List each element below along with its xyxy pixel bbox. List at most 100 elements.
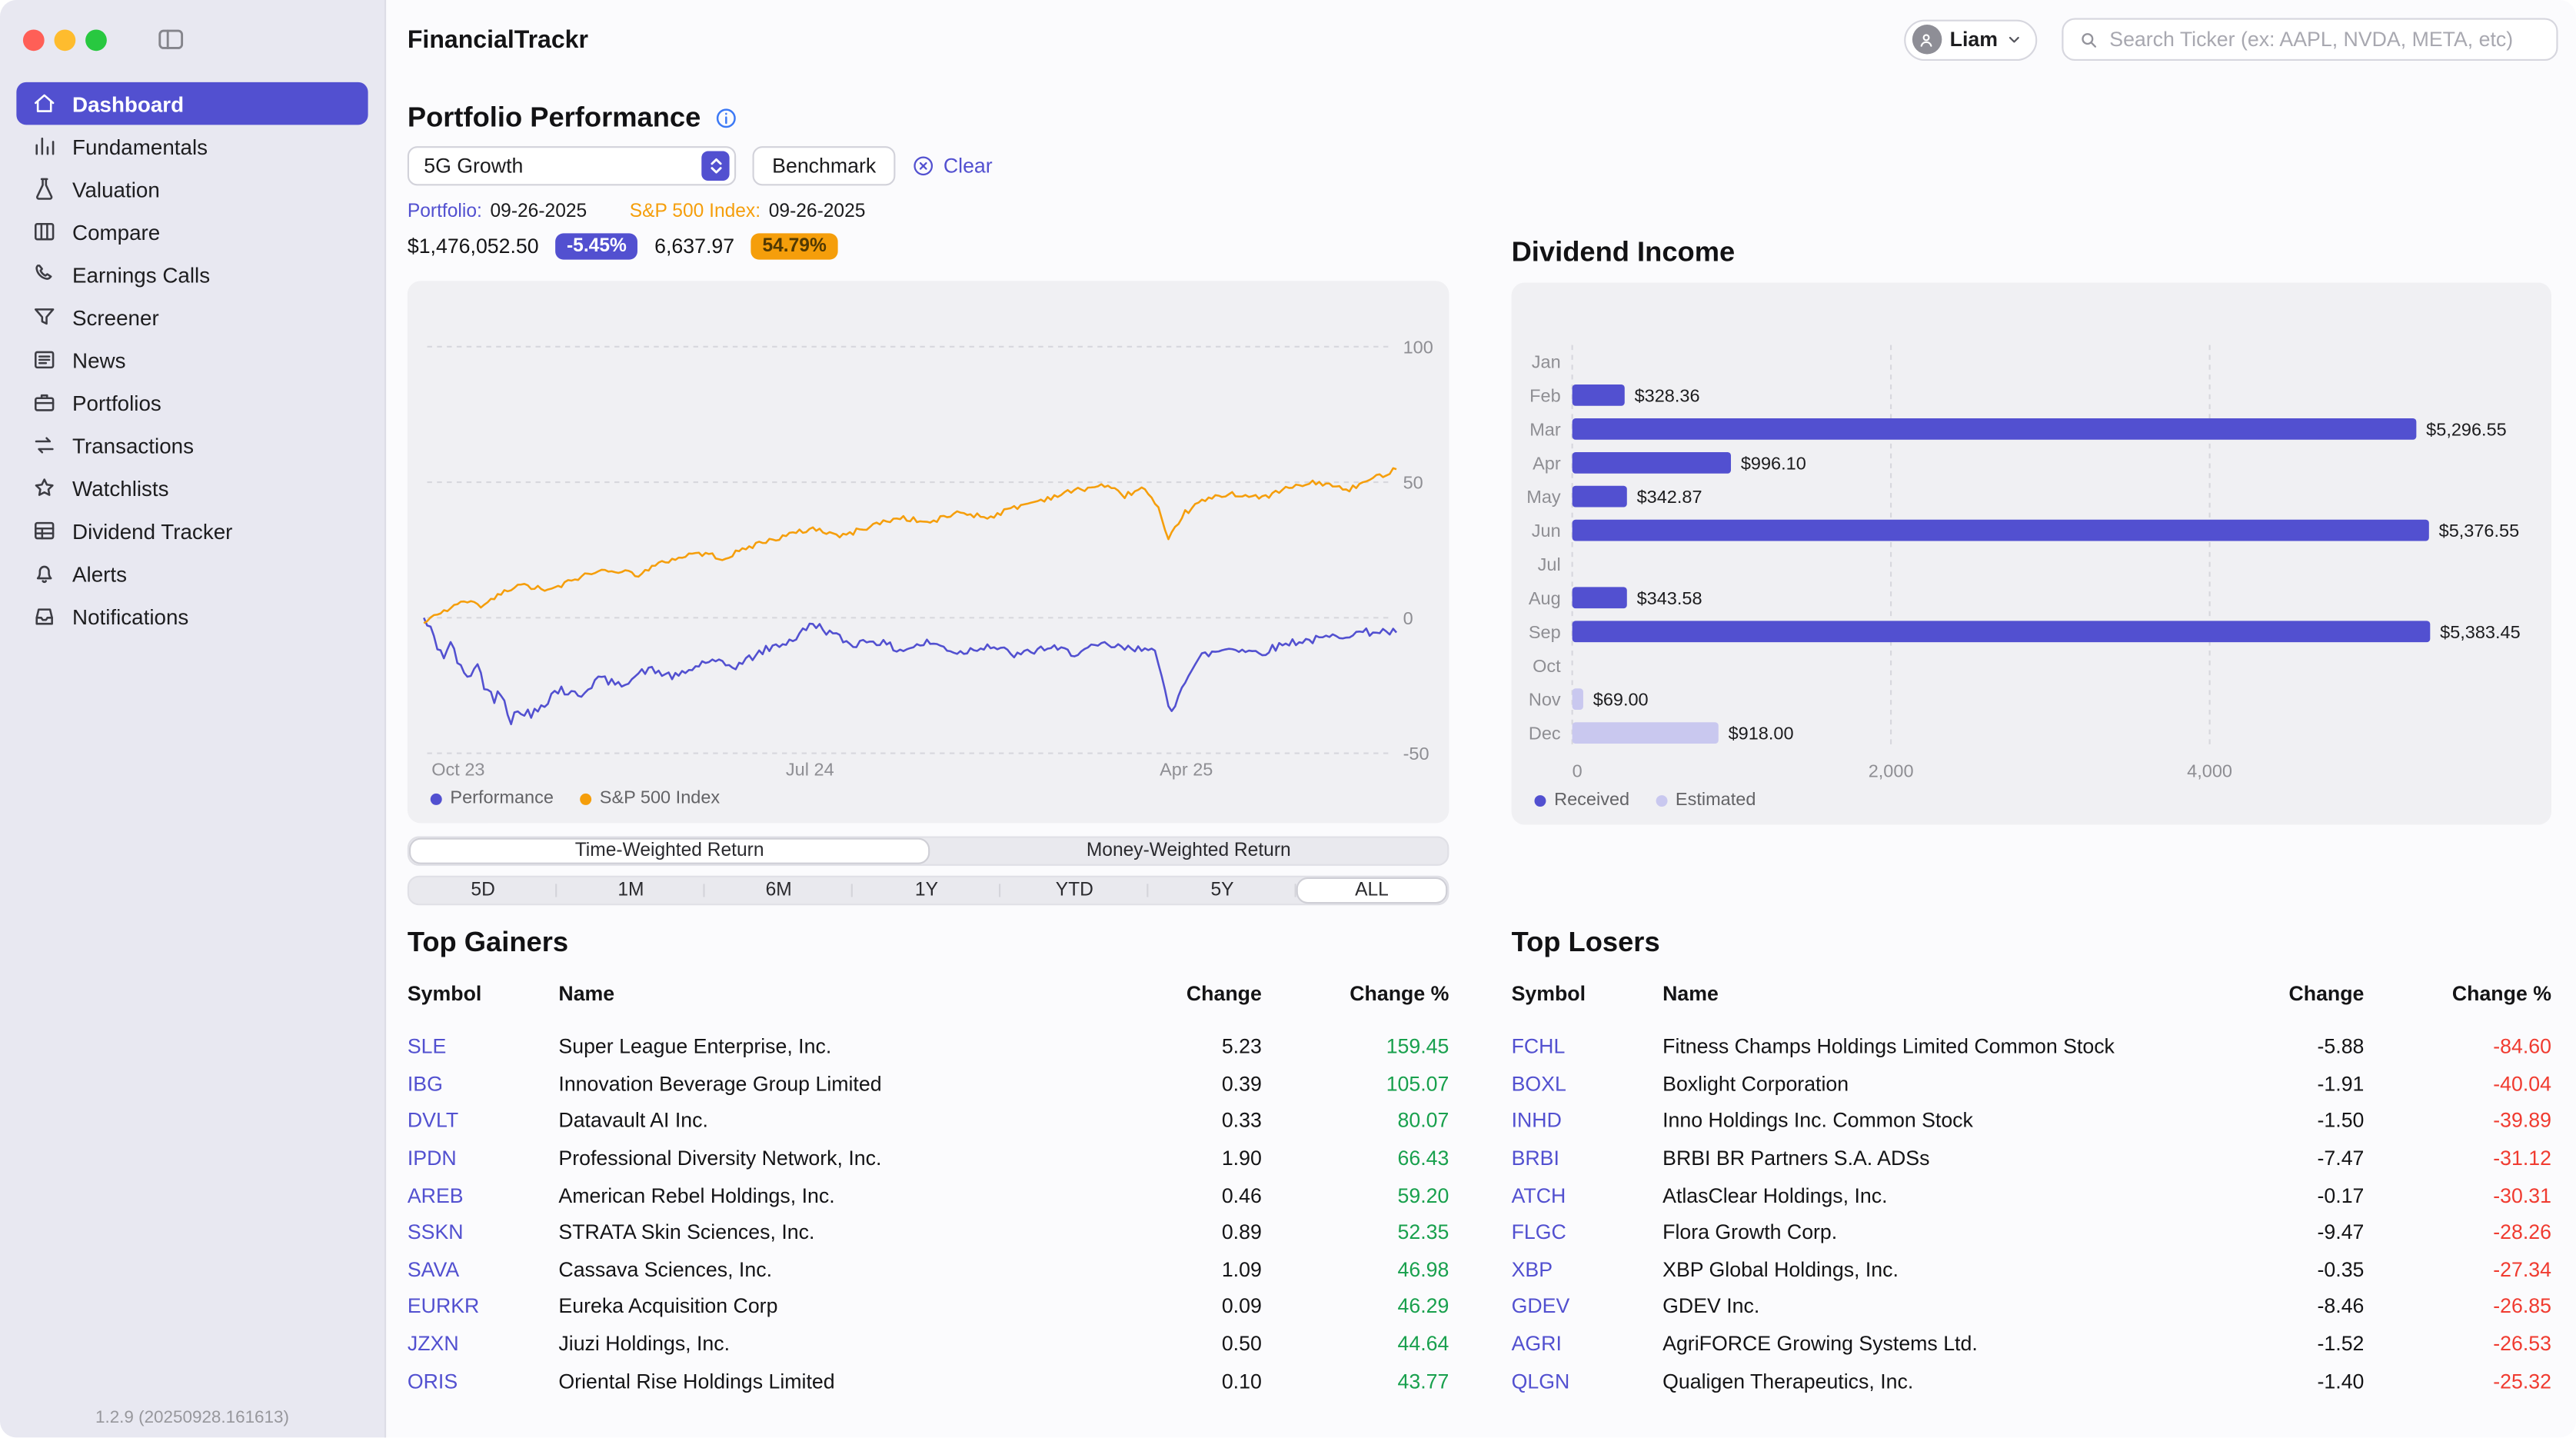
table-row[interactable]: SLESuper League Enterprise, Inc.5.23159.…: [408, 1028, 1449, 1065]
table-icon: [32, 518, 58, 544]
clear-button[interactable]: Clear: [912, 155, 992, 178]
table-row[interactable]: SSKNSTRATA Skin Sciences, Inc.0.8952.35: [408, 1214, 1449, 1251]
column-header-change: Change: [1097, 983, 1262, 1006]
table-row[interactable]: FCHLFitness Champs Holdings Limited Comm…: [1512, 1028, 2551, 1065]
period-6m[interactable]: 6M: [705, 877, 853, 904]
ticker-symbol[interactable]: IPDN: [408, 1147, 559, 1170]
ticker-symbol[interactable]: XBP: [1512, 1258, 1663, 1281]
sidebar-toggle-icon[interactable]: [156, 25, 185, 54]
sidebar-item-compare[interactable]: Compare: [16, 210, 368, 253]
sidebar-item-portfolios[interactable]: Portfolios: [16, 381, 368, 424]
table-row[interactable]: GDEVGDEV Inc.-8.46-26.85: [1512, 1288, 2551, 1325]
search-field[interactable]: [2062, 18, 2558, 62]
table-row[interactable]: QLGNQualigen Therapeutics, Inc.-1.40-25.…: [1512, 1363, 2551, 1400]
sidebar-item-screener[interactable]: Screener: [16, 296, 368, 339]
table-row[interactable]: EURKREureka Acquisition Corp0.0946.29: [408, 1288, 1449, 1325]
table-row[interactable]: FLGCFlora Growth Corp.-9.47-28.26: [1512, 1214, 2551, 1251]
sidebar-item-label: Screener: [72, 305, 159, 329]
period-ytd[interactable]: YTD: [1000, 877, 1148, 904]
ticker-symbol[interactable]: FCHL: [1512, 1036, 1663, 1059]
change-percent: -30.31: [2364, 1184, 2551, 1207]
svg-text:$5,376.55: $5,376.55: [2439, 521, 2520, 541]
search-input[interactable]: [2109, 28, 2541, 51]
period-5y[interactable]: 5Y: [1148, 877, 1296, 904]
ticker-symbol[interactable]: GDEV: [1512, 1296, 1663, 1319]
svg-text:0: 0: [1573, 761, 1583, 781]
tab-time-weighted-return[interactable]: Time-Weighted Return: [409, 838, 930, 864]
sidebar-item-transactions[interactable]: Transactions: [16, 424, 368, 467]
ticker-symbol[interactable]: AGRI: [1512, 1333, 1663, 1356]
table-row[interactable]: IBGInnovation Beverage Group Limited0.39…: [408, 1066, 1449, 1103]
sidebar-item-dashboard[interactable]: Dashboard: [16, 82, 368, 125]
table-row[interactable]: BRBIBRBI BR Partners S.A. ADSs-7.47-31.1…: [1512, 1140, 2551, 1177]
table-row[interactable]: ATCHAtlasClear Holdings, Inc.-0.17-30.31: [1512, 1177, 2551, 1214]
change-percent: -26.53: [2364, 1333, 2551, 1356]
table-row[interactable]: ORISOriental Rise Holdings Limited0.1043…: [408, 1363, 1449, 1400]
portfolio-date: 09-26-2025: [491, 202, 587, 222]
sidebar-item-earnings-calls[interactable]: Earnings Calls: [16, 253, 368, 296]
briefcase-icon: [32, 389, 58, 415]
table-row[interactable]: AREBAmerican Rebel Holdings, Inc.0.4659.…: [408, 1177, 1449, 1214]
ticker-symbol[interactable]: IBG: [408, 1073, 559, 1096]
change-percent: -40.04: [2364, 1073, 2551, 1096]
table-row[interactable]: BOXLBoxlight Corporation-1.91-40.04: [1512, 1066, 2551, 1103]
sidebar-item-fundamentals[interactable]: Fundamentals: [16, 125, 368, 168]
svg-text:Apr 25: Apr 25: [1160, 759, 1213, 779]
ticker-symbol[interactable]: SAVA: [408, 1258, 559, 1281]
app-title: FinancialTrackr: [408, 25, 588, 53]
sidebar-item-dividend-tracker[interactable]: Dividend Tracker: [16, 509, 368, 552]
legend-item-s-p-500-index: S&P 500 Index: [580, 789, 720, 809]
tab-money-weighted-return[interactable]: Money-Weighted Return: [930, 838, 1447, 864]
sidebar-item-label: Valuation: [72, 177, 160, 201]
portfolio-select[interactable]: 5G Growth: [408, 146, 736, 185]
table-row[interactable]: INHDInno Holdings Inc. Common Stock-1.50…: [1512, 1103, 2551, 1140]
flask-icon: [32, 176, 58, 202]
ticker-symbol[interactable]: FLGC: [1512, 1221, 1663, 1244]
table-row[interactable]: XBPXBP Global Holdings, Inc.-0.35-27.34: [1512, 1251, 2551, 1288]
ticker-symbol[interactable]: EURKR: [408, 1296, 559, 1319]
user-menu[interactable]: Liam: [1904, 19, 2037, 60]
change-value: -1.91: [2200, 1073, 2365, 1096]
table-row[interactable]: AGRIAgriFORCE Growing Systems Ltd.-1.52-…: [1512, 1326, 2551, 1363]
period-1y[interactable]: 1Y: [853, 877, 1000, 904]
table-row[interactable]: SAVACassava Sciences, Inc.1.0946.98: [408, 1251, 1449, 1288]
close-window-button[interactable]: [23, 28, 45, 50]
svg-text:$342.87: $342.87: [1637, 487, 1702, 507]
period-all[interactable]: ALL: [1296, 877, 1448, 904]
portfolio-performance-title: Portfolio Performance: [408, 102, 1449, 135]
ticker-symbol[interactable]: AREB: [408, 1184, 559, 1207]
user-avatar-icon: [1912, 25, 1941, 54]
ticker-symbol[interactable]: SLE: [408, 1036, 559, 1059]
minimize-window-button[interactable]: [55, 28, 76, 50]
table-row[interactable]: DVLTDatavault AI Inc.0.3380.07: [408, 1103, 1449, 1140]
zoom-window-button[interactable]: [85, 28, 107, 50]
ticker-symbol[interactable]: SSKN: [408, 1221, 559, 1244]
svg-text:Feb: Feb: [1529, 385, 1561, 405]
ticker-symbol[interactable]: DVLT: [408, 1110, 559, 1133]
period-5d[interactable]: 5D: [409, 877, 557, 904]
ticker-symbol[interactable]: BOXL: [1512, 1073, 1663, 1096]
phone-icon: [32, 261, 58, 288]
ticker-symbol[interactable]: ATCH: [1512, 1184, 1663, 1207]
column-header-change: Change %: [1262, 983, 1449, 1006]
sidebar-item-watchlists[interactable]: Watchlists: [16, 467, 368, 510]
table-row[interactable]: JZXNJiuzi Holdings, Inc.0.5044.64: [408, 1326, 1449, 1363]
ticker-symbol[interactable]: INHD: [1512, 1110, 1663, 1133]
sidebar-item-label: Fundamentals: [72, 134, 208, 158]
change-percent: 66.43: [1262, 1147, 1449, 1170]
change-percent: 44.64: [1262, 1333, 1449, 1356]
sidebar-item-alerts[interactable]: Alerts: [16, 552, 368, 595]
benchmark-button[interactable]: Benchmark: [753, 146, 896, 185]
change-value: -8.46: [2200, 1296, 2365, 1319]
sidebar-item-valuation[interactable]: Valuation: [16, 168, 368, 211]
ticker-symbol[interactable]: JZXN: [408, 1333, 559, 1356]
sidebar-item-notifications[interactable]: Notifications: [16, 594, 368, 637]
sidebar-item-news[interactable]: News: [16, 338, 368, 381]
period-1m[interactable]: 1M: [557, 877, 704, 904]
company-name: Flora Growth Corp.: [1662, 1221, 2200, 1244]
ticker-symbol[interactable]: BRBI: [1512, 1147, 1663, 1170]
ticker-symbol[interactable]: QLGN: [1512, 1370, 1663, 1393]
table-row[interactable]: IPDNProfessional Diversity Network, Inc.…: [408, 1140, 1449, 1177]
ticker-symbol[interactable]: ORIS: [408, 1370, 559, 1393]
info-icon[interactable]: [714, 107, 737, 130]
